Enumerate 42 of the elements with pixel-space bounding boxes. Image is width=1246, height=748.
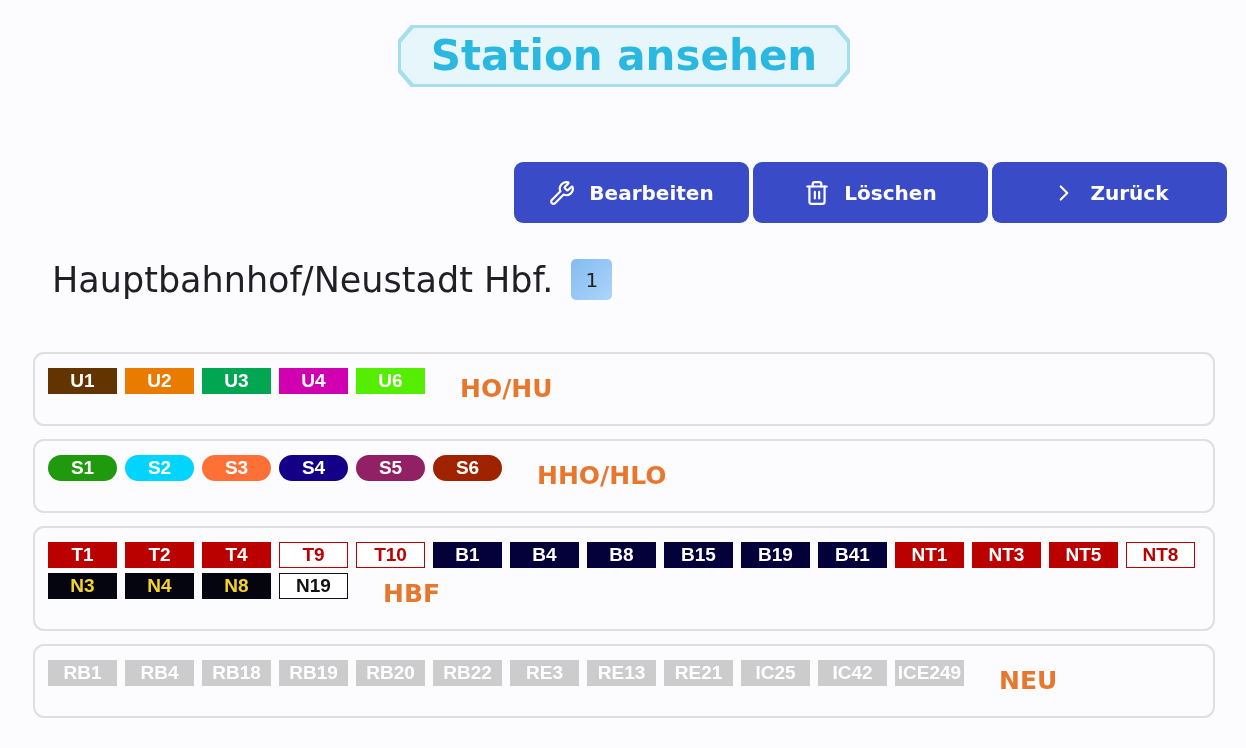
line-label: S1	[70, 457, 95, 479]
line-label: T2	[148, 544, 171, 566]
line-label: NT3	[988, 544, 1025, 566]
line-label: U6	[378, 370, 403, 392]
line-label: S2	[147, 457, 172, 479]
line-label: T1	[71, 544, 94, 566]
group-code: HHO/HLO	[537, 461, 667, 490]
back-button[interactable]: Zurück	[992, 162, 1227, 223]
line-label: B8	[609, 544, 634, 566]
line-label: T10	[374, 544, 407, 566]
line-label: B15	[681, 544, 716, 566]
line-label: N8	[224, 575, 249, 597]
line-label: S5	[378, 457, 403, 479]
page-title: Station ansehen	[397, 25, 851, 87]
line-label: B4	[532, 544, 557, 566]
line-label: B1	[455, 544, 480, 566]
line-label: NT1	[911, 544, 948, 566]
line-label: N3	[70, 575, 95, 597]
line-label: NT5	[1065, 544, 1102, 566]
station-name: Hauptbahnhof/Neustadt Hbf.	[52, 259, 554, 300]
line-label: U4	[301, 370, 326, 392]
line-label: U2	[147, 370, 172, 392]
line-label: U3	[224, 370, 249, 392]
group-code: HO/HU	[460, 374, 553, 403]
line-label: B41	[835, 544, 870, 566]
line-label: NT8	[1142, 544, 1179, 566]
wrench-icon	[549, 179, 576, 206]
line-label: U1	[70, 370, 95, 392]
line-label: T4	[225, 544, 248, 566]
group-code: HBF	[383, 579, 441, 608]
delete-button[interactable]: Löschen	[753, 162, 988, 223]
line-label: S4	[301, 457, 326, 479]
count-badge: 1	[571, 259, 613, 300]
line-label: S3	[224, 457, 249, 479]
group-code: NEU	[999, 666, 1058, 695]
line-label: T9	[302, 544, 325, 566]
edit-button[interactable]: Bearbeiten	[514, 162, 749, 223]
line-label: B19	[758, 544, 793, 566]
line-label: N4	[147, 575, 172, 597]
trash-icon	[804, 179, 831, 206]
line-label: N19	[296, 575, 331, 597]
line-label: S6	[455, 457, 480, 479]
